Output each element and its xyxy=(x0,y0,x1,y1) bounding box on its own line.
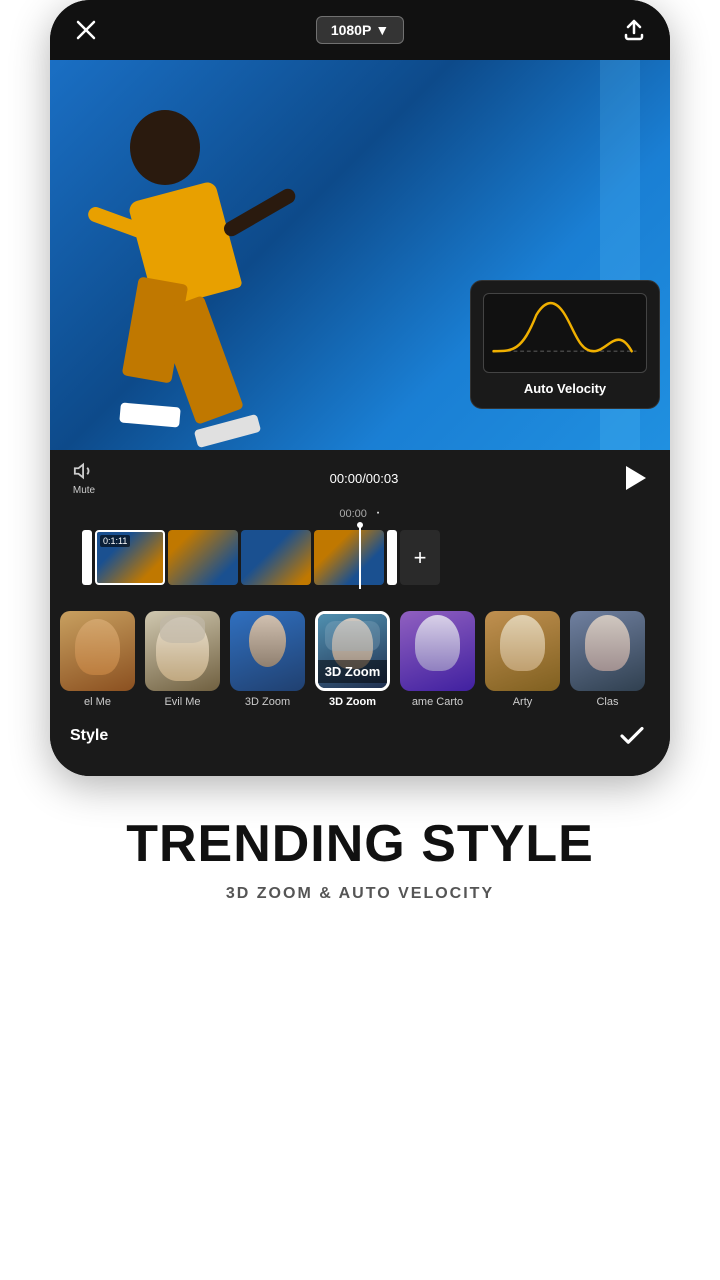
style-bottom-bar: Style xyxy=(50,708,670,760)
mute-label: Mute xyxy=(73,485,95,496)
playhead-line xyxy=(359,526,361,589)
velocity-label: Auto Velocity xyxy=(483,381,647,396)
style-thumb-el-me[interactable] xyxy=(60,611,135,691)
resolution-badge[interactable]: 1080P ▼ xyxy=(316,16,404,44)
thumb-time-label: 0:1:11 xyxy=(100,535,130,547)
confirm-style-button[interactable] xyxy=(614,718,650,754)
play-button[interactable] xyxy=(626,466,646,490)
style-label-el-me: el Me xyxy=(84,696,111,708)
style-item-arty[interactable]: Arty xyxy=(485,611,560,708)
timeline-thumb[interactable]: 0:1:11 xyxy=(95,530,165,585)
dancer-head xyxy=(130,110,200,185)
style-label-selected: 3D Zoom xyxy=(329,696,376,708)
chevron-down-icon: ▼ xyxy=(375,22,389,38)
time-marker: 00:00 xyxy=(339,508,367,520)
timeline-right-marker xyxy=(387,530,397,585)
timeline-wrapper: 0:1:11 + xyxy=(66,526,654,589)
video-preview: Auto Velocity xyxy=(50,60,670,450)
selected-style-text: 3D Zoom xyxy=(325,664,381,679)
timeline-thumb[interactable] xyxy=(241,530,311,585)
style-thumb-3d-zoom-selected[interactable]: 3D Zoom xyxy=(315,611,390,691)
top-bar: 1080P ▼ xyxy=(50,0,670,60)
style-item-evil-me[interactable]: Evil Me xyxy=(145,611,220,708)
phone-screen: 1080P ▼ xyxy=(50,0,670,776)
style-item-classic[interactable]: Clas xyxy=(570,611,645,708)
style-thumb-evil-me[interactable] xyxy=(145,611,220,691)
timeline-thumb[interactable] xyxy=(314,530,384,585)
trending-subtitle: 3D ZOOM & AUTO VELOCITY xyxy=(20,885,700,903)
timeline-left-marker xyxy=(82,530,92,585)
dancer-figure xyxy=(80,90,300,440)
style-picker: el Me Evil Me xyxy=(50,599,670,776)
velocity-chart xyxy=(483,293,647,373)
mute-button[interactable]: Mute xyxy=(66,460,102,496)
add-icon: + xyxy=(414,545,427,571)
style-thumb-arty[interactable] xyxy=(485,611,560,691)
style-scroll-container[interactable]: el Me Evil Me xyxy=(50,611,670,708)
style-thumb-anime-carto[interactable] xyxy=(400,611,475,691)
style-thumb-classic[interactable] xyxy=(570,611,645,691)
close-button[interactable] xyxy=(70,14,102,46)
export-button[interactable] xyxy=(618,14,650,46)
selected-style-label-popup: 3D Zoom xyxy=(318,660,387,683)
style-thumb-3d-zoom-1[interactable] xyxy=(230,611,305,691)
style-item-anime-carto[interactable]: ame Carto xyxy=(400,611,475,708)
playback-row: Mute 00:00/00:03 xyxy=(66,460,654,496)
time-display: 00:00/00:03 xyxy=(330,471,399,486)
style-item-3d-zoom-1[interactable]: 3D Zoom xyxy=(230,611,305,708)
trending-title: TRENDING STYLE xyxy=(20,816,700,873)
dancer-shoe-left xyxy=(119,402,181,427)
dancer-arm-right xyxy=(221,186,298,239)
play-button-container: 00:00/00:03 xyxy=(114,471,614,486)
style-label-evil-me: Evil Me xyxy=(164,696,200,708)
auto-velocity-popup: Auto Velocity xyxy=(470,280,660,409)
style-label-3d-zoom-1: 3D Zoom xyxy=(245,696,290,708)
phone-container: 1080P ▼ xyxy=(0,0,720,933)
style-label-arty: Arty xyxy=(513,696,533,708)
style-item-el-me[interactable]: el Me xyxy=(60,611,135,708)
timeline-controls: Mute 00:00/00:03 00:00 · xyxy=(50,450,670,599)
bottom-text-section: TRENDING STYLE 3D ZOOM & AUTO VELOCITY xyxy=(0,776,720,933)
resolution-label: 1080P xyxy=(331,22,371,38)
style-label-anime-carto: ame Carto xyxy=(412,696,463,708)
playhead-dot xyxy=(357,522,363,528)
timeline-thumb[interactable] xyxy=(168,530,238,585)
add-clip-button[interactable]: + xyxy=(400,530,440,585)
style-item-3d-zoom-selected[interactable]: 3D Zoom 3D Zoom xyxy=(315,611,390,708)
style-label-classic: Clas xyxy=(596,696,618,708)
style-section-title: Style xyxy=(70,727,108,745)
